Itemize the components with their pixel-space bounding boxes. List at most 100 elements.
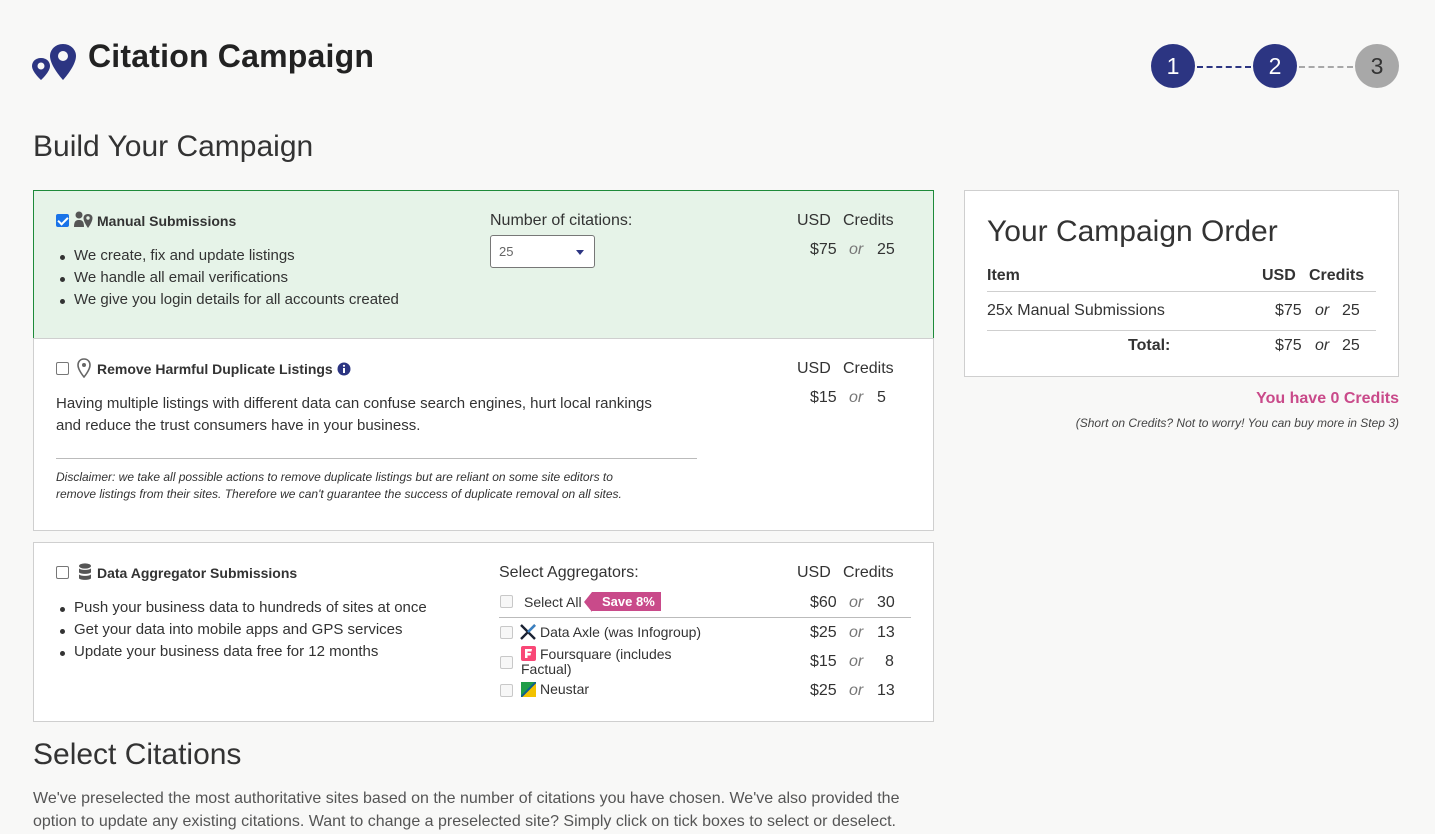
or-text: or <box>1315 337 1330 354</box>
order-line-usd: $75 <box>1275 302 1302 319</box>
select-citations-heading: Select Citations <box>33 738 242 771</box>
data-axle-checkbox[interactable] <box>500 626 513 639</box>
manual-submissions-checkbox[interactable] <box>56 214 69 227</box>
credits-header: Credits <box>843 360 894 377</box>
manual-submissions-title: Manual Submissions <box>97 213 237 229</box>
duplicates-description: Having multiple listings with different … <box>56 393 652 437</box>
order-title: Your Campaign Order <box>987 215 1278 248</box>
select-all-usd: $60 <box>810 594 837 611</box>
usd-header: USD <box>797 212 831 229</box>
order-col-credits: Credits <box>1309 267 1365 284</box>
duplicate-listings-card[interactable]: Remove Harmful Duplicate Listings USD Cr… <box>33 338 934 531</box>
divider <box>499 617 911 618</box>
chevron-down-icon <box>576 250 584 255</box>
database-icon <box>79 563 91 585</box>
foursquare-usd: $15 <box>810 653 837 670</box>
campaign-order-panel: Your Campaign Order Item USD Credits 25x… <box>964 190 1399 377</box>
step-connector <box>1197 66 1251 68</box>
label-line: Factual) <box>521 661 572 677</box>
credits-hint: (Short on Credits? Not to worry! You can… <box>1075 416 1399 430</box>
usd-header: USD <box>797 564 831 581</box>
select-aggregators-label: Select Aggregators: <box>499 564 639 581</box>
order-col-usd: USD <box>1262 267 1296 284</box>
neustar-checkbox[interactable] <box>500 684 513 697</box>
info-icon[interactable] <box>337 361 351 380</box>
duplicate-listings-checkbox[interactable] <box>56 362 69 375</box>
foursquare-credits: 8 <box>885 653 894 670</box>
app-title: Citation Campaign <box>88 38 375 74</box>
pin-icon <box>77 358 91 382</box>
data-aggregator-title: Data Aggregator Submissions <box>97 565 298 581</box>
list-item: Get your data into mobile apps and GPS s… <box>57 619 427 641</box>
or-text: or <box>849 624 864 641</box>
order-total-credits: 25 <box>1342 337 1360 354</box>
divider <box>987 330 1376 331</box>
description-line: We've preselected the most authoritative… <box>33 790 900 807</box>
select-citations-description: We've preselected the most authoritative… <box>33 787 923 833</box>
data-aggregator-card[interactable]: Data Aggregator Submissions Push your bu… <box>33 542 934 722</box>
or-text: or <box>849 389 864 406</box>
page-heading: Build Your Campaign <box>33 130 314 163</box>
list-item: We give you login details for all accoun… <box>57 289 399 311</box>
data-axle-usd: $25 <box>810 624 837 641</box>
list-item: Update your business data free for 12 mo… <box>57 641 427 663</box>
list-item: We create, fix and update listings <box>57 245 399 267</box>
or-text: or <box>849 594 864 611</box>
order-total-label: Total: <box>1128 337 1171 354</box>
description-line: option to update any existing citations.… <box>33 813 896 830</box>
save-badge: Save 8% <box>584 592 661 612</box>
data-axle-label: Data Axle (was Infogroup) <box>540 624 702 640</box>
disclaimer-line: remove listings from their sites. Theref… <box>56 487 622 501</box>
step-1[interactable]: 1 <box>1151 44 1195 88</box>
or-text: or <box>1315 302 1330 319</box>
divider <box>56 458 697 459</box>
data-aggregator-checkbox[interactable] <box>56 566 69 579</box>
label-line: Foursquare (includes <box>540 646 672 662</box>
step-3[interactable]: 3 <box>1355 44 1399 88</box>
neustar-credits: 13 <box>877 682 895 699</box>
credits-header: Credits <box>843 212 894 229</box>
step-connector <box>1299 66 1353 68</box>
credits-balance: You have 0 Credits <box>1256 390 1399 407</box>
foursquare-label: Foursquare (includes Factual) <box>521 647 672 677</box>
foursquare-checkbox[interactable] <box>500 656 513 669</box>
select-all-checkbox[interactable] <box>500 595 513 608</box>
or-text: or <box>849 241 864 258</box>
credits-header: Credits <box>843 564 894 581</box>
neustar-logo-icon <box>520 681 537 701</box>
description-line: Having multiple listings with different … <box>56 395 652 412</box>
manual-credits-price: 25 <box>877 241 895 258</box>
citations-count-value: 25 <box>499 244 514 259</box>
description-line: and reduce the trust consumers have in y… <box>56 417 421 434</box>
manual-features-list: We create, fix and update listings We ha… <box>57 245 399 311</box>
disclaimer-line: Disclaimer: we take all possible actions… <box>56 470 613 484</box>
manual-usd-price: $75 <box>810 241 837 258</box>
map-pins-icon <box>32 44 78 86</box>
order-col-item: Item <box>987 267 1020 284</box>
duplicates-disclaimer: Disclaimer: we take all possible actions… <box>56 469 622 503</box>
person-pin-icon <box>74 211 94 233</box>
list-item: We handle all email verifications <box>57 267 399 289</box>
step-2[interactable]: 2 <box>1253 44 1297 88</box>
or-text: or <box>849 682 864 699</box>
manual-submissions-card[interactable]: Manual Submissions We create, fix and up… <box>33 190 934 339</box>
aggregator-features-list: Push your business data to hundreds of s… <box>57 597 427 663</box>
duplicates-usd-price: $15 <box>810 389 837 406</box>
usd-header: USD <box>797 360 831 377</box>
order-line-credits: 25 <box>1342 302 1360 319</box>
select-all-credits: 30 <box>877 594 895 611</box>
duplicates-credits-price: 5 <box>877 389 886 406</box>
divider <box>987 291 1376 292</box>
select-all-label: Select All <box>524 594 582 610</box>
or-text: or <box>849 653 864 670</box>
duplicate-listings-title: Remove Harmful Duplicate Listings <box>97 361 333 377</box>
data-axle-logo-icon <box>520 624 536 644</box>
citations-count-label: Number of citations: <box>490 212 633 229</box>
neustar-label: Neustar <box>540 681 590 697</box>
order-total-usd: $75 <box>1275 337 1302 354</box>
list-item: Push your business data to hundreds of s… <box>57 597 427 619</box>
order-line-item: 25x Manual Submissions <box>987 302 1165 319</box>
citations-count-select[interactable]: 25 <box>490 235 595 268</box>
data-axle-credits: 13 <box>877 624 895 641</box>
neustar-usd: $25 <box>810 682 837 699</box>
